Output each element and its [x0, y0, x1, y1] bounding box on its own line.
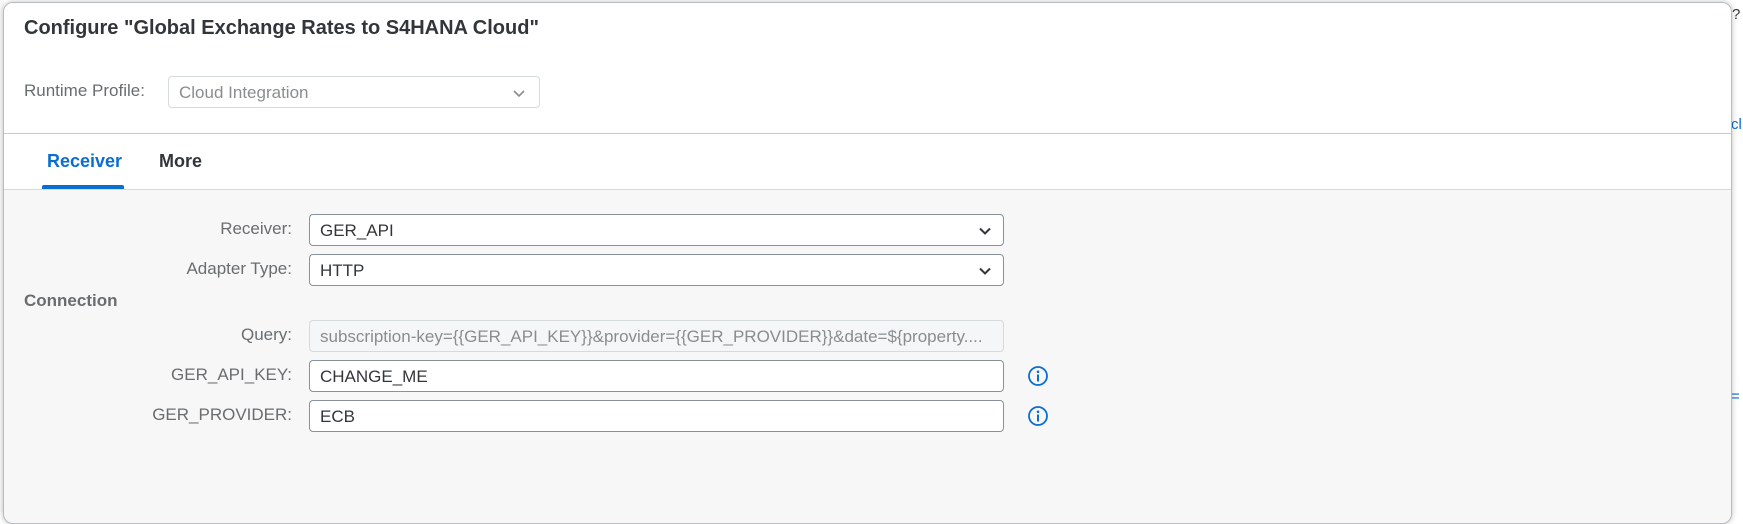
runtime-profile-value: Cloud Integration: [179, 83, 309, 102]
tab-more[interactable]: More: [159, 151, 202, 172]
receiver-label: Receiver:: [220, 219, 292, 238]
query-label: Query:: [240, 325, 292, 344]
info-icon[interactable]: [1027, 405, 1049, 427]
ger-provider-input[interactable]: ECB: [309, 400, 1004, 432]
info-icon[interactable]: [1027, 365, 1049, 387]
receiver-value: GER_API: [320, 221, 394, 240]
help-icon[interactable]: ?: [1732, 6, 1740, 23]
runtime-profile-label: Runtime Profile:: [24, 81, 145, 100]
dialog-title: Configure "Global Exchange Rates to S4HA…: [24, 17, 539, 39]
adapter-type-label: Adapter Type:: [186, 259, 292, 278]
tab-bar: Receiver More: [4, 134, 1731, 190]
query-field[interactable]: subscription-key={{GER_API_KEY}}&provide…: [309, 320, 1004, 352]
ger-api-key-value: CHANGE_ME: [320, 367, 428, 386]
receiver-select[interactable]: GER_API: [309, 214, 1004, 246]
ger-provider-label: GER_PROVIDER:: [152, 405, 292, 424]
adapter-type-value: HTTP: [320, 261, 365, 280]
connection-section-title: Connection: [24, 291, 118, 310]
tab-selected-indicator: [42, 185, 124, 189]
ger-api-key-label: GER_API_KEY:: [171, 365, 292, 384]
chevron-down-icon: [513, 90, 525, 98]
chevron-down-icon: [979, 227, 991, 235]
ger-provider-value: ECB: [320, 407, 355, 426]
adapter-type-select[interactable]: HTTP: [309, 254, 1004, 286]
tab-receiver[interactable]: Receiver: [47, 151, 122, 172]
background-list-icon: =: [1731, 388, 1740, 405]
background-link-fragment: cl: [1731, 116, 1742, 133]
query-value: subscription-key={{GER_API_KEY}}&provide…: [320, 327, 983, 346]
runtime-profile-select[interactable]: Cloud Integration: [168, 76, 540, 108]
dialog-header: Configure "Global Exchange Rates to S4HA…: [4, 3, 1731, 134]
chevron-down-icon: [979, 267, 991, 275]
configure-dialog: Configure "Global Exchange Rates to S4HA…: [3, 2, 1732, 524]
ger-api-key-input[interactable]: CHANGE_ME: [309, 360, 1004, 392]
